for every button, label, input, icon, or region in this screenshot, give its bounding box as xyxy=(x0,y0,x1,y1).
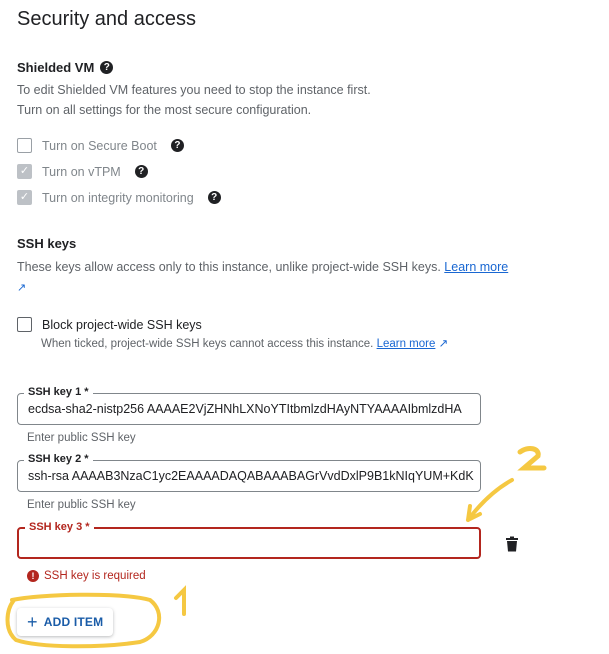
integrity-monitoring-option[interactable]: ✓ Turn on integrity monitoring ? xyxy=(17,190,221,205)
add-item-label: ADD ITEM xyxy=(43,615,104,629)
ssh-key-3-label: SSH key 3 * xyxy=(25,521,94,533)
block-project-keys-option[interactable]: Block project-wide SSH keys xyxy=(17,317,202,332)
secure-boot-label: Turn on Secure Boot xyxy=(42,138,157,153)
block-project-keys-label: Block project-wide SSH keys xyxy=(42,317,202,332)
delete-icon[interactable] xyxy=(505,536,519,557)
ssh-key-3-error-text: SSH key is required xyxy=(44,570,146,582)
plus-icon: + xyxy=(27,611,38,632)
integrity-monitoring-checkbox[interactable]: ✓ xyxy=(17,190,32,205)
ssh-key-3-error: ! SSH key is required xyxy=(27,570,146,582)
add-item-button[interactable]: + ADD ITEM xyxy=(17,608,114,636)
annotation-number-1 xyxy=(174,585,186,616)
ssh-key-2-hint: Enter public SSH key xyxy=(27,499,136,511)
ssh-keys-heading: SSH keys xyxy=(17,236,77,251)
block-project-keys-description: When ticked, project-wide SSH keys canno… xyxy=(41,336,448,350)
block-desc-text: When ticked, project-wide SSH keys canno… xyxy=(41,338,374,350)
shielded-vm-desc-line2: Turn on all settings for the most secure… xyxy=(17,103,312,117)
secure-boot-option[interactable]: Turn on Secure Boot ? xyxy=(17,138,184,153)
shielded-vm-heading: Shielded VM ? xyxy=(17,60,114,75)
error-icon: ! xyxy=(27,570,39,582)
shielded-vm-description: To edit Shielded VM features you need to… xyxy=(17,80,371,120)
section-title: Security and access xyxy=(17,8,196,30)
ssh-key-2-field[interactable]: SSH key 2 * ssh-rsa AAAAB3NzaC1yc2EAAAAD… xyxy=(17,453,481,492)
learn-more-link[interactable]: Learn more xyxy=(444,260,508,274)
help-icon[interactable]: ? xyxy=(207,191,221,204)
ssh-key-3-field[interactable]: SSH key 3 * xyxy=(17,521,481,559)
ssh-key-2-label: SSH key 2 * xyxy=(24,453,93,465)
ssh-key-1-hint: Enter public SSH key xyxy=(27,432,136,444)
vtpm-checkbox[interactable]: ✓ xyxy=(17,164,32,179)
block-learn-more-link[interactable]: Learn more xyxy=(377,338,436,350)
integrity-monitoring-label: Turn on integrity monitoring xyxy=(42,190,194,205)
shielded-vm-heading-text: Shielded VM xyxy=(17,60,95,75)
help-icon[interactable]: ? xyxy=(100,61,114,74)
vtpm-label: Turn on vTPM xyxy=(42,164,121,179)
block-project-keys-checkbox[interactable] xyxy=(17,317,32,332)
vtpm-option[interactable]: ✓ Turn on vTPM ? xyxy=(17,164,148,179)
secure-boot-checkbox[interactable] xyxy=(17,138,32,153)
external-link-icon[interactable]: ↗ xyxy=(439,338,449,350)
shielded-vm-desc-line1: To edit Shielded VM features you need to… xyxy=(17,83,371,97)
help-icon[interactable]: ? xyxy=(170,139,184,152)
ssh-key-1-input[interactable]: ecdsa-sha2-nistp256 AAAAE2VjZHNhLXNoYTIt… xyxy=(28,402,476,416)
help-icon[interactable]: ? xyxy=(134,165,148,178)
ssh-key-2-input[interactable]: ssh-rsa AAAAB3NzaC1yc2EAAAADAQABAAABAGrV… xyxy=(28,469,476,483)
ssh-keys-desc-text: These keys allow access only to this ins… xyxy=(17,260,441,274)
ssh-key-1-field[interactable]: SSH key 1 * ecdsa-sha2-nistp256 AAAAE2Vj… xyxy=(17,386,481,425)
ssh-keys-description: These keys allow access only to this ins… xyxy=(17,257,537,298)
ssh-key-1-label: SSH key 1 * xyxy=(24,386,93,398)
external-link-icon[interactable]: ↗ xyxy=(17,282,26,294)
annotation-number-2 xyxy=(517,446,547,471)
